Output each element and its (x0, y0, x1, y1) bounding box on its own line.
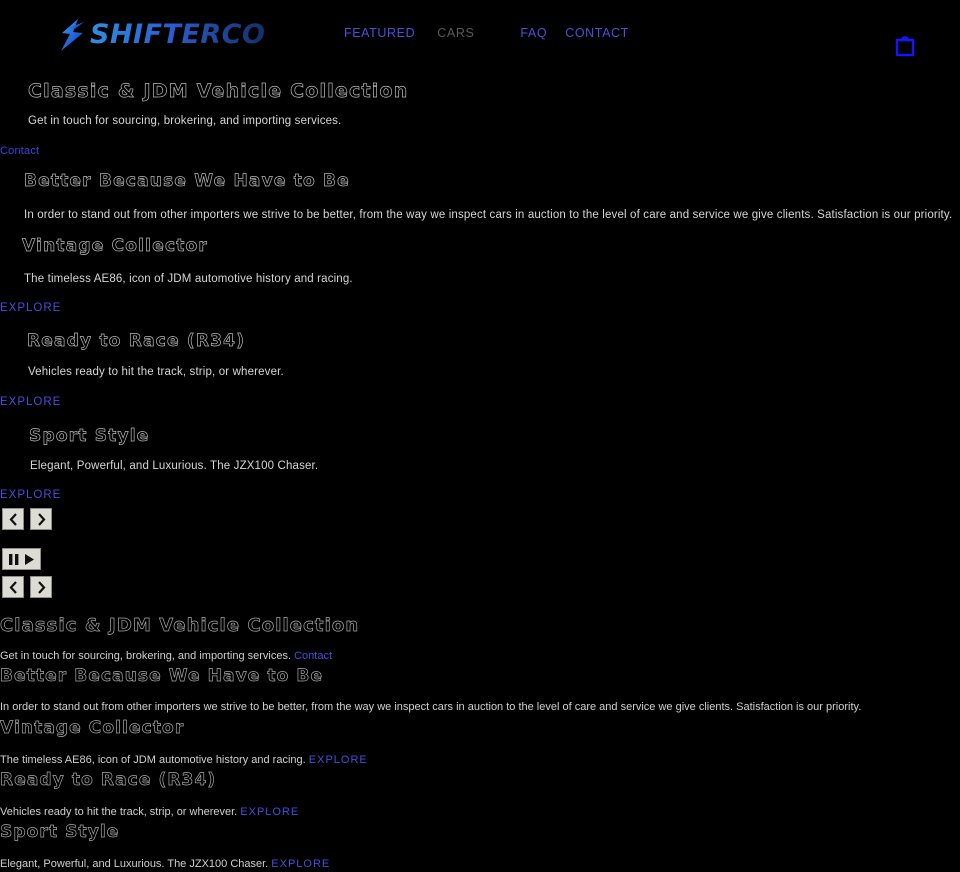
fallback-text-sport: Elegant, Powerful, and Luxurious. The JZ… (0, 858, 269, 870)
slide-subtitle-better: In order to stand out from other importe… (24, 209, 953, 221)
fallback-explore-link-sport[interactable]: EXPLORE (271, 858, 330, 870)
site-logo[interactable]: SHIFTERCO (58, 16, 265, 54)
carousel-previous-button-secondary[interactable] (2, 576, 24, 598)
explore-link-sport[interactable]: EXPLORE (0, 489, 61, 501)
fallback-para-sport: Elegant, Powerful, and Luxurious. The JZ… (0, 858, 330, 870)
slide-title-better: Better Because We Have to Be (24, 171, 350, 192)
site-header: SHIFTERCO FEATURED CARS FAQ CONTACT (0, 0, 960, 68)
play-icon (25, 553, 34, 565)
slide-title-vintage: Vintage Collector (22, 236, 209, 257)
main-navigation: FEATURED CARS FAQ CONTACT (344, 26, 629, 40)
carousel-previous-button[interactable] (2, 508, 24, 530)
shopping-bag-icon (895, 36, 915, 57)
fallback-title-vintage: Vintage Collector (0, 718, 185, 739)
slide-subtitle-sport: Elegant, Powerful, and Luxurious. The JZ… (30, 460, 319, 472)
nav-item-faq[interactable]: FAQ (520, 26, 547, 40)
fallback-contact-link[interactable]: Contact (294, 650, 332, 662)
carousel-playback-controls (2, 548, 41, 570)
fallback-para-contact: Get in touch for sourcing, brokering, an… (0, 650, 332, 662)
chevron-left-icon (9, 580, 17, 594)
fallback-title-sport: Sport Style (0, 822, 120, 843)
fallback-title-better: Better Because We Have to Be (0, 666, 324, 687)
chevron-left-icon (9, 512, 17, 526)
fallback-para-vintage: The timeless AE86, icon of JDM automotiv… (0, 754, 368, 766)
carousel-next-button-secondary[interactable] (30, 576, 52, 598)
fallback-text-race: Vehicles ready to hit the track, strip, … (0, 806, 238, 818)
fallback-explore-link-vintage[interactable]: EXPLORE (309, 754, 368, 766)
fallback-para-race: Vehicles ready to hit the track, strip, … (0, 806, 299, 818)
slide-title-contact: Classic & JDM Vehicle Collection (28, 80, 409, 103)
fallback-para-better: In order to stand out from other importe… (0, 701, 862, 713)
fallback-text-vintage: The timeless AE86, icon of JDM automotiv… (0, 754, 306, 766)
pause-icon (9, 553, 19, 565)
fallback-explore-link-race[interactable]: EXPLORE (240, 806, 299, 818)
fallback-text-contact: Get in touch for sourcing, brokering, an… (0, 650, 292, 662)
chevron-right-icon (37, 512, 45, 526)
fallback-title-contact: Classic & JDM Vehicle Collection (0, 615, 360, 637)
fallback-title-race: Ready to Race (R34) (0, 770, 217, 791)
slide-subtitle-contact: Get in touch for sourcing, brokering, an… (28, 115, 342, 127)
explore-link-vintage[interactable]: EXPLORE (0, 302, 61, 314)
slide-subtitle-vintage: The timeless AE86, icon of JDM automotiv… (24, 273, 353, 285)
slide-title-race: Ready to Race (R34) (27, 331, 246, 352)
contact-link[interactable]: Contact (0, 145, 39, 157)
lightning-bolt-icon (61, 19, 84, 51)
nav-item-cars[interactable]: CARS (437, 26, 474, 40)
nav-item-featured[interactable]: FEATURED (344, 26, 415, 40)
nav-item-contact[interactable]: CONTACT (565, 26, 629, 40)
carousel-pause-play-button[interactable] (2, 548, 41, 570)
logo-text: SHIFTERCO (90, 19, 266, 50)
chevron-right-icon (37, 580, 45, 594)
carousel-nav-top (2, 508, 52, 530)
carousel-nav-bottom (2, 576, 52, 598)
cart-button[interactable] (893, 32, 917, 58)
carousel-next-button[interactable] (30, 508, 52, 530)
slide-title-sport: Sport Style (29, 426, 150, 447)
explore-link-race[interactable]: EXPLORE (0, 396, 61, 408)
slide-subtitle-race: Vehicles ready to hit the track, strip, … (28, 366, 284, 378)
